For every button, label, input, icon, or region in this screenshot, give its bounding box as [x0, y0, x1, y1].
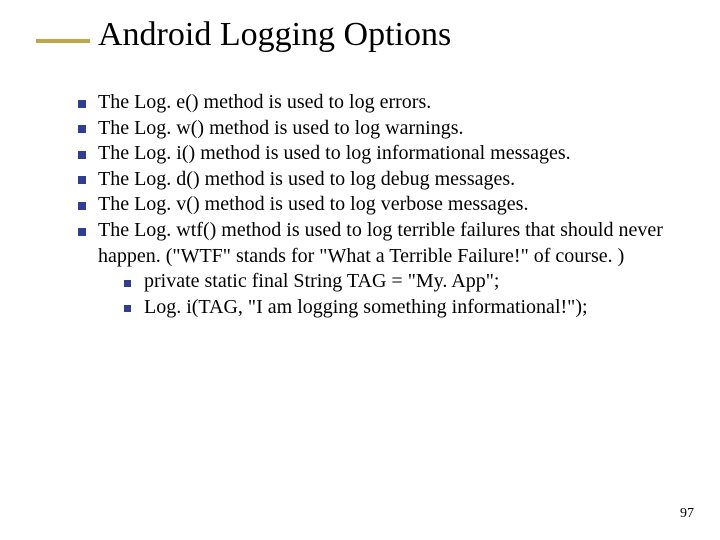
bullet-text: The Log. e() method is used to log error… — [98, 91, 431, 113]
sub-bullet-text: private static final String TAG = "My. A… — [144, 270, 499, 292]
list-item: The Log. wtf() method is used to log ter… — [78, 218, 680, 320]
slide: Android Logging Options The Log. e() met… — [0, 0, 720, 540]
sub-bullet-list: private static final String TAG = "My. A… — [98, 269, 680, 320]
bullet-text: The Log. v() method is used to log verbo… — [98, 193, 528, 215]
page-number: 97 — [680, 506, 694, 522]
title-accent-bar — [36, 39, 90, 43]
list-item: The Log. d() method is used to log debug… — [78, 167, 680, 193]
sub-bullet-text: Log. i(TAG, "I am logging something info… — [144, 296, 588, 318]
list-item: The Log. e() method is used to log error… — [78, 90, 680, 116]
list-item: private static final String TAG = "My. A… — [124, 269, 680, 295]
slide-title: Android Logging Options — [98, 16, 451, 53]
list-item: The Log. v() method is used to log verbo… — [78, 192, 680, 218]
title-area: Android Logging Options — [36, 16, 451, 53]
bullet-text: The Log. w() method is used to log warni… — [98, 117, 464, 139]
list-item: Log. i(TAG, "I am logging something info… — [124, 295, 680, 321]
list-item: The Log. i() method is used to log infor… — [78, 141, 680, 167]
bullet-text: The Log. wtf() method is used to log ter… — [98, 219, 663, 267]
bullet-text: The Log. i() method is used to log infor… — [98, 142, 571, 164]
slide-body: The Log. e() method is used to log error… — [78, 90, 680, 320]
bullet-list: The Log. e() method is used to log error… — [78, 90, 680, 320]
bullet-text: The Log. d() method is used to log debug… — [98, 168, 515, 190]
list-item: The Log. w() method is used to log warni… — [78, 116, 680, 142]
